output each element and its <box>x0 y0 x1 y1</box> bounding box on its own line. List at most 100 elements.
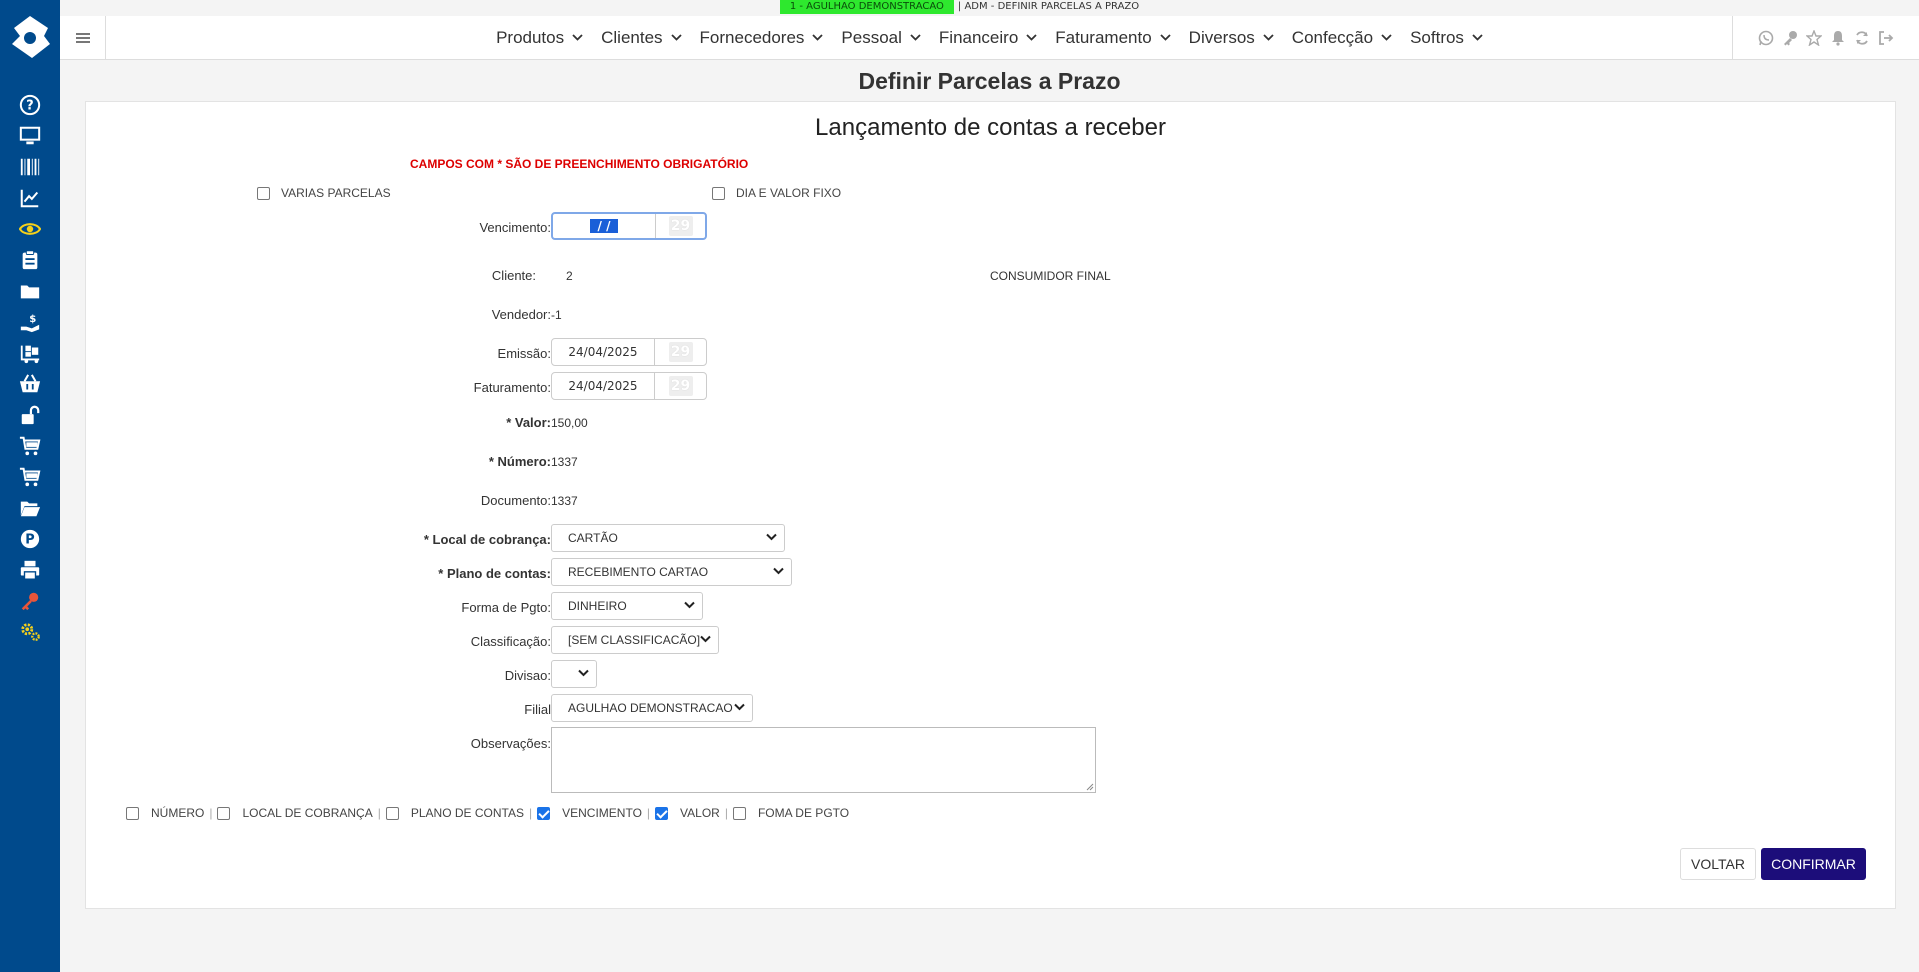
menu-label: Softros <box>1410 27 1464 47</box>
plano-contas-option-label: PLANO DE CONTAS <box>410 806 524 820</box>
forma-pgto-option-label: FOMA DE PGTO <box>757 806 850 820</box>
separator: | <box>529 806 533 820</box>
classificacao-select[interactable]: [SEM CLASSIFICACÃO] <box>551 626 719 654</box>
forma-pgto-select[interactable]: DINHEIRO <box>551 592 703 620</box>
vencimento-checkbox[interactable] <box>537 806 551 820</box>
chevron-down-icon <box>773 567 784 575</box>
vencimento-label: Vencimento: <box>479 220 551 235</box>
cart-icon[interactable] <box>16 463 44 491</box>
observacoes-textarea[interactable] <box>551 727 1096 793</box>
monitor-icon[interactable] <box>16 122 44 150</box>
forma-pgto-value: DINHEIRO <box>568 599 627 613</box>
company-badge: 1 - AGULHAO DEMONSTRACAO <box>779 0 954 14</box>
menu-pessoal[interactable]: Pessoal <box>841 28 921 48</box>
plano-contas-select[interactable]: RECEBIMENTO CARTAO <box>551 558 792 586</box>
local-cobranca-checkbox[interactable] <box>217 806 231 820</box>
truck-icon[interactable] <box>16 339 44 367</box>
gears-icon[interactable] <box>16 618 44 646</box>
basket-icon[interactable] <box>16 370 44 398</box>
plano-contas-checkbox[interactable] <box>385 806 399 820</box>
vencimento-input-value: / / <box>589 219 619 233</box>
menu-faturamento[interactable]: Faturamento <box>1055 28 1171 48</box>
app-logo-icon[interactable] <box>8 14 52 60</box>
faturamento-input[interactable]: 24/04/2025 <box>552 373 655 399</box>
chart-icon[interactable] <box>16 184 44 212</box>
printer-icon[interactable] <box>16 556 44 584</box>
filial-label: Filial <box>524 702 551 717</box>
chevron-down-icon <box>572 34 583 41</box>
menu-financeiro[interactable]: Financeiro <box>939 28 1037 48</box>
faturamento-label: Faturamento: <box>473 380 551 395</box>
menu-produtos[interactable]: Produtos <box>496 28 583 48</box>
varias-parcelas-checkbox[interactable] <box>257 186 270 200</box>
help-icon[interactable]: ? <box>16 91 44 119</box>
voltar-button[interactable]: VOLTAR <box>1680 848 1756 880</box>
separator: | <box>209 806 213 820</box>
key-icon[interactable] <box>16 587 44 615</box>
menu-softros[interactable]: Softros <box>1410 28 1483 48</box>
varias-parcelas-option[interactable]: VARIAS PARCELAS <box>257 186 391 200</box>
filial-select[interactable]: AGULHAO DEMONSTRACAO <box>551 694 753 722</box>
clipboard-icon[interactable] <box>16 246 44 274</box>
menu-label: Confecção <box>1291 27 1374 47</box>
chevron-down-icon <box>766 533 777 541</box>
vendedor-label: Vendedor: <box>491 307 551 322</box>
menu-label: Diversos <box>1188 27 1255 47</box>
page-title: Definir Parcelas a Prazo <box>858 68 1121 94</box>
resize-grip-icon[interactable] <box>1086 783 1094 791</box>
plano-contas-value: RECEBIMENTO CARTAO <box>568 565 709 579</box>
dia-valor-fixo-option[interactable]: DIA E VALOR FIXO <box>712 186 841 200</box>
parking-icon[interactable]: P <box>16 525 44 553</box>
valor-option-label: VALOR <box>680 806 720 820</box>
barcode-icon[interactable] <box>16 153 44 181</box>
key-icon[interactable] <box>1782 30 1798 46</box>
unlock-icon[interactable] <box>16 401 44 429</box>
vencimento-date-field[interactable]: / / 29 <box>551 212 707 240</box>
calendar-icon: 29 <box>668 216 693 236</box>
valor-checkbox[interactable] <box>655 806 669 820</box>
whatsapp-icon[interactable] <box>1758 30 1774 46</box>
sidebar: ? $ P <box>0 0 60 972</box>
valor-value: 150,00 <box>551 416 588 430</box>
numero-label: * Número: <box>488 454 551 469</box>
logout-icon[interactable] <box>1878 30 1894 46</box>
field-options: NÚMERO | LOCAL DE COBRANÇA | PLANO DE CO… <box>126 806 849 820</box>
dia-valor-fixo-checkbox[interactable] <box>712 186 725 200</box>
faturamento-calendar-button[interactable]: 29 <box>655 373 706 399</box>
classificacao-label: Classificação: <box>470 634 551 649</box>
emissao-calendar-button[interactable]: 29 <box>655 339 706 365</box>
local-cobranca-select[interactable]: CARTÃO <box>551 524 785 552</box>
emissao-date-field[interactable]: 24/04/2025 29 <box>551 338 707 366</box>
calendar-icon: 29 <box>668 342 693 362</box>
faturamento-date-field[interactable]: 24/04/2025 29 <box>551 372 707 400</box>
eye-icon[interactable] <box>16 215 44 243</box>
forma-pgto-checkbox[interactable] <box>732 806 746 820</box>
filial-value: AGULHAO DEMONSTRACAO <box>568 701 733 715</box>
chevron-down-icon <box>700 635 711 643</box>
menu-label: Clientes <box>601 27 663 47</box>
confirmar-button[interactable]: CONFIRMAR <box>1761 848 1866 880</box>
emissao-input[interactable]: 24/04/2025 <box>552 339 655 365</box>
folder-open-icon[interactable] <box>16 494 44 522</box>
money-hand-icon[interactable]: $ <box>16 308 44 336</box>
menu-diversos[interactable]: Diversos <box>1189 28 1274 48</box>
form-title: Lançamento de contas a receber <box>815 114 1166 141</box>
menu-confeccao[interactable]: Confecção <box>1292 28 1392 48</box>
vencimento-calendar-button[interactable]: 29 <box>656 214 705 238</box>
numero-checkbox[interactable] <box>126 806 139 820</box>
chevron-down-icon <box>670 34 682 41</box>
form-card: Lançamento de contas a receber CAMPOS CO… <box>85 101 1896 909</box>
svg-text:$: $ <box>29 314 36 325</box>
bell-icon[interactable] <box>1830 30 1846 46</box>
star-icon[interactable] <box>1806 29 1822 46</box>
divisao-label: Divisao: <box>504 668 551 683</box>
menu-clientes[interactable]: Clientes <box>601 27 682 48</box>
vencimento-input[interactable]: / / <box>553 214 656 238</box>
hamburger-menu-icon[interactable] <box>60 16 106 59</box>
folder-icon[interactable] <box>16 277 44 305</box>
dia-valor-fixo-label: DIA E VALOR FIXO <box>736 186 842 200</box>
cart-icon[interactable] <box>16 432 44 460</box>
refresh-icon[interactable] <box>1854 30 1870 46</box>
divisao-select[interactable] <box>551 660 597 688</box>
menu-fornecedores[interactable]: Fornecedores <box>700 28 824 48</box>
